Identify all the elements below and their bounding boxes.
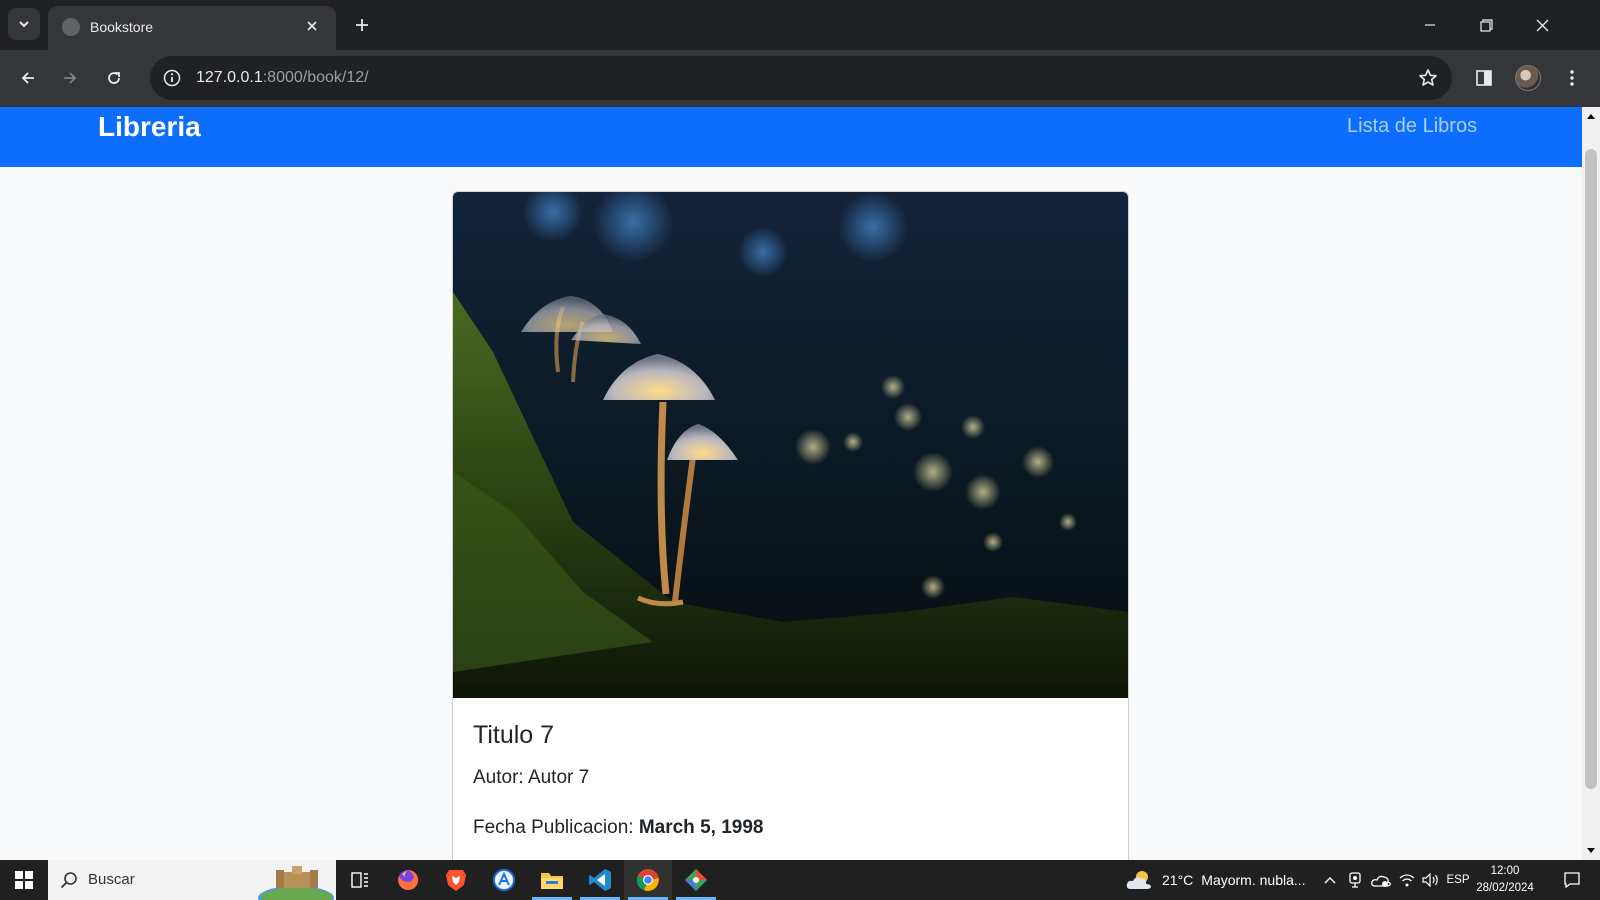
camera-icon [1349, 872, 1361, 888]
date-label: Fecha Publicacion: [473, 817, 634, 838]
task-view-button[interactable] [336, 860, 384, 900]
tray-meet-now[interactable] [1344, 860, 1366, 900]
avatar [1515, 65, 1541, 91]
side-panel-button[interactable] [1468, 62, 1500, 94]
brave-icon [446, 870, 466, 891]
folder-icon [541, 873, 563, 889]
taskbar-app-file-explorer[interactable] [528, 860, 576, 900]
bookmark-star-icon[interactable] [1416, 66, 1440, 90]
forward-button[interactable] [54, 62, 86, 94]
scroll-up-arrow-icon[interactable] [1582, 107, 1600, 125]
navbar-brand[interactable]: Libreria [98, 109, 201, 145]
page-scrollbar[interactable] [1582, 107, 1600, 860]
notification-icon [1564, 872, 1580, 889]
show-hidden-icons-button[interactable] [1318, 860, 1342, 900]
search-placeholder: Buscar [88, 871, 135, 888]
url-host: 127.0.0.1 [196, 69, 263, 86]
url-path: :8000/book/12/ [262, 69, 369, 86]
book-card: Titulo 7 Autor: Autor 7 Fecha Publicacio… [452, 191, 1129, 860]
new-tab-button[interactable] [346, 9, 378, 41]
git-client-icon [685, 869, 707, 891]
scrollbar-thumb[interactable] [1585, 149, 1597, 789]
tab-search-button[interactable] [8, 8, 40, 40]
book-cover-image [453, 192, 1128, 698]
chrome-icon [636, 869, 659, 891]
search-icon [60, 872, 77, 889]
page-viewport: Libreria Lista de Libros Titulo 7 Autor:… [0, 107, 1582, 860]
start-button[interactable] [0, 860, 48, 900]
restore-button[interactable] [1458, 0, 1514, 50]
tray-onedrive[interactable] [1368, 860, 1394, 900]
taskbar-app-vscode[interactable] [576, 860, 624, 900]
back-button[interactable] [12, 62, 44, 94]
search-highlight-image [258, 866, 334, 900]
tray-language[interactable]: ESP [1444, 860, 1472, 900]
profile-button[interactable] [1512, 62, 1544, 94]
browser-menu-button[interactable] [1556, 62, 1588, 94]
vscode-icon [589, 869, 611, 891]
weather-temperature: 21°C [1162, 872, 1194, 888]
minimize-icon [1425, 24, 1435, 26]
tray-wifi[interactable] [1396, 860, 1418, 900]
tray-volume[interactable] [1420, 860, 1442, 900]
cloud-sync-icon [1371, 875, 1391, 887]
tab-title: Bookstore [90, 19, 154, 35]
task-view-icon [351, 872, 368, 888]
address-bar[interactable]: 127.0.0.1:8000/book/12/ [150, 56, 1452, 100]
close-icon [307, 21, 317, 31]
arrow-left-icon [21, 72, 34, 84]
wifi-icon [1399, 874, 1415, 887]
close-icon [1536, 19, 1548, 31]
taskbar-app-firefox[interactable] [384, 860, 432, 900]
taskbar-app-store[interactable] [480, 860, 528, 900]
tab-close-button[interactable] [300, 14, 324, 38]
more-vertical-icon [1570, 70, 1574, 86]
close-window-button[interactable] [1514, 0, 1570, 50]
clock-date: 28/02/2024 [1476, 882, 1534, 894]
windows-taskbar: Buscar 21°C Mayorm. nubla... ESP 12:00 2… [0, 860, 1600, 900]
browser-toolbar: 127.0.0.1:8000/book/12/ [0, 50, 1600, 107]
author-value: Autor 7 [527, 767, 590, 788]
taskbar-app-git[interactable] [672, 860, 720, 900]
firefox-icon [398, 869, 419, 890]
taskbar-app-brave[interactable] [432, 860, 480, 900]
nav-link-book-list[interactable]: Lista de Libros [1347, 113, 1477, 139]
windows-logo-icon [15, 871, 33, 889]
taskbar-search[interactable]: Buscar [48, 860, 336, 900]
site-info-icon[interactable] [162, 68, 182, 88]
browser-titlebar: Bookstore [0, 0, 1600, 50]
app-store-icon [493, 869, 515, 891]
book-title: Titulo 7 [473, 721, 555, 749]
browser-tab[interactable]: Bookstore [48, 6, 336, 50]
book-publication-date: Fecha Publicacion: March 5, 1998 [473, 816, 763, 840]
clock-time: 12:00 [1490, 865, 1520, 877]
taskbar-app-chrome[interactable] [624, 860, 672, 900]
weather-widget[interactable]: 21°C Mayorm. nubla... [1126, 860, 1306, 900]
author-label: Autor: [473, 767, 524, 788]
notifications-button[interactable] [1552, 860, 1592, 900]
side-panel-icon [1476, 70, 1492, 86]
reload-icon [108, 72, 120, 84]
chevron-up-icon [1324, 877, 1336, 884]
chevron-down-icon [19, 21, 29, 28]
book-author: Autor: Autor 7 [473, 766, 589, 790]
url-text: 127.0.0.1:8000/book/12/ [196, 68, 369, 88]
minimize-button[interactable] [1402, 0, 1458, 50]
globe-icon [62, 18, 80, 36]
site-navbar: Libreria Lista de Libros [0, 107, 1582, 167]
date-value: March 5, 1998 [638, 817, 764, 838]
plus-icon [356, 19, 368, 31]
taskbar-clock[interactable]: 12:00 28/02/2024 [1470, 863, 1540, 897]
weather-description: Mayorm. nubla... [1201, 872, 1306, 888]
speaker-icon [1422, 873, 1438, 887]
scroll-down-arrow-icon[interactable] [1582, 842, 1600, 860]
partly-cloudy-icon [1126, 871, 1151, 889]
restore-icon [1479, 18, 1493, 32]
arrow-right-icon [64, 72, 77, 84]
reload-button[interactable] [98, 62, 130, 94]
